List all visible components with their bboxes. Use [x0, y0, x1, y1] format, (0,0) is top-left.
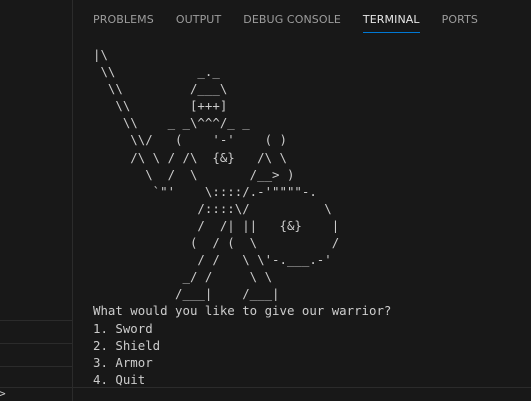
divider — [0, 366, 72, 367]
tab-output[interactable]: OUTPUT — [176, 0, 221, 40]
ascii-line: / /| || {&} | — [93, 217, 340, 233]
ascii-line: \\/ ( '-' ( ) — [93, 132, 287, 148]
terminal-option: 4. Quit — [93, 371, 146, 386]
terminal-option: 1. Sword — [93, 320, 153, 336]
ascii-line: |\ — [93, 47, 108, 62]
terminal-prompt: What would you like to give our warrior? — [93, 303, 392, 319]
chevron-right-icon: > — [0, 387, 6, 400]
bottom-panel: PROBLEMS OUTPUT DEBUG CONSOLE TERMINAL P… — [73, 0, 531, 401]
ascii-line: \\ [+++] — [93, 98, 228, 114]
ascii-line: \\ /___\ — [93, 81, 228, 97]
ascii-line: / / \ \'-.___.-' — [93, 252, 332, 268]
left-editor-strip: > — [0, 0, 73, 401]
ascii-line: /::::\/ \ — [93, 200, 332, 216]
bottom-border — [0, 387, 531, 388]
ascii-line: \\ _ _\^^^/_ _ — [93, 115, 250, 131]
ascii-line: /___| /___| — [93, 286, 280, 302]
tab-problems[interactable]: PROBLEMS — [93, 0, 154, 40]
ascii-line: /\ \ / /\ {&} /\ \ — [93, 149, 287, 165]
tab-debug-console[interactable]: DEBUG CONSOLE — [243, 0, 341, 40]
terminal-ascii-art: |\ \\ _._ \\ /___\ \\ [+++] \\ _ _\^^^/_… — [93, 46, 523, 386]
ascii-line: \\ _._ — [93, 64, 220, 80]
ascii-line: `"' \::::/.-'""""-. — [93, 183, 317, 199]
divider — [0, 320, 72, 321]
ascii-line: ( / ( \ / — [93, 235, 340, 251]
panel-tab-bar: PROBLEMS OUTPUT DEBUG CONSOLE TERMINAL P… — [73, 0, 531, 40]
terminal-option: 2. Shield — [93, 337, 161, 353]
ascii-line: _/ / \ \ — [93, 269, 273, 285]
ascii-line: \ / \ /__> ) — [93, 166, 295, 182]
tab-ports[interactable]: PORTS — [442, 0, 478, 40]
terminal-option: 3. Armor — [93, 354, 153, 370]
vscode-bottom-panel-screenshot: > PROBLEMS OUTPUT DEBUG CONSOLE TERMINAL… — [0, 0, 531, 401]
tab-terminal[interactable]: TERMINAL — [362, 0, 420, 40]
terminal-view[interactable]: |\ \\ _._ \\ /___\ \\ [+++] \\ _ _\^^^/_… — [93, 46, 523, 386]
divider — [0, 343, 72, 344]
